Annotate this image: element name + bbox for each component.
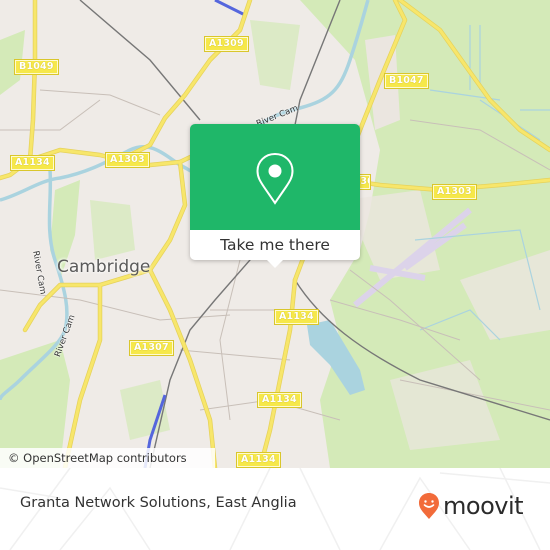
popup-pointer (266, 259, 284, 268)
road-label-a1303: A1303 (432, 184, 477, 200)
moovit-pin-icon (419, 493, 439, 519)
location-title: Granta Network Solutions, East Anglia (20, 495, 297, 511)
park-centre (90, 200, 135, 260)
location-pin-icon (256, 152, 294, 205)
moovit-wordmark: moovit (443, 492, 524, 520)
road-label-a1134: A1134 (274, 309, 319, 325)
road-label-a1134: A1134 (10, 155, 55, 171)
road-label-a1303: A1303 (105, 152, 150, 168)
place-label-cambridge: Cambridge (57, 257, 151, 277)
road-label-a1309: A1309 (204, 36, 249, 52)
attribution-text: © OpenStreetMap contributors (8, 451, 187, 465)
destination-popup: Take me there (190, 124, 360, 268)
park-north (250, 20, 300, 90)
popup-header (190, 124, 360, 230)
moovit-logo[interactable]: moovit (418, 492, 524, 520)
map-attribution[interactable]: © OpenStreetMap contributors (0, 448, 215, 468)
map-view[interactable]: Cambridge River Cam River Cam River Cam … (0, 0, 550, 468)
road-label-b1047: B1047 (384, 73, 429, 89)
road-label-b1049: B1049 (14, 59, 59, 75)
take-me-there-button[interactable]: Take me there (190, 230, 360, 260)
footer-bar: Granta Network Solutions, East Anglia mo… (0, 468, 550, 550)
road-label-a1134: A1134 (236, 452, 281, 468)
road-label-a1134: A1134 (257, 392, 302, 408)
road-label-a1307: A1307 (129, 340, 174, 356)
